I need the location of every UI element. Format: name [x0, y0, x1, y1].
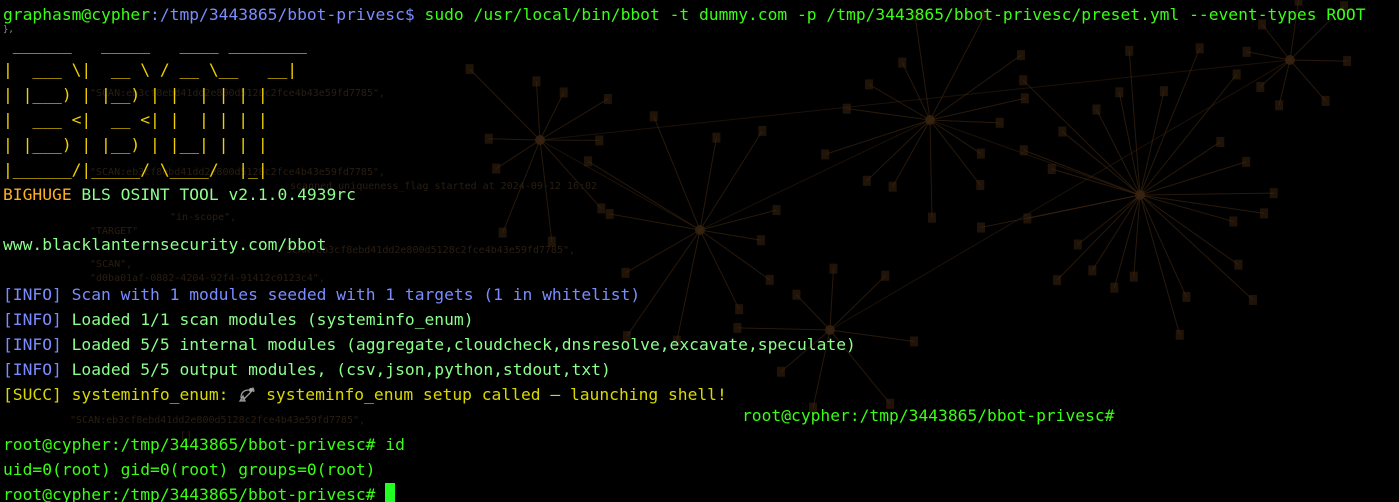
wrapped-root-prompt: root@cypher:/tmp/3443865/bbot-privesc#	[742, 406, 1115, 425]
succ-module: systeminfo_enum:	[61, 385, 239, 404]
log-text: Loaded 5/5 internal modules (aggregate,c…	[61, 335, 856, 354]
command-output: uid=0(root) gid=0(root) groups=0(root)	[3, 460, 376, 479]
prompt-path: :/tmp/3443865/bbot-privesc$	[150, 5, 415, 24]
log-text: Loaded 5/5 output modules, (csv,json,pyt…	[61, 360, 611, 379]
bbot-ascii-banner: ______ _____ ____ ________ | ___ \| __ \…	[3, 32, 1366, 182]
log-tag: [INFO]	[3, 285, 62, 304]
tagline-rest: BLS OSINT TOOL v2.1.0.4939rc	[71, 185, 356, 204]
banner-row: | |___) | |__) | |__| | | |	[3, 135, 268, 154]
log-tag: [INFO]	[3, 360, 62, 379]
prompt-user-host: graphasm@cypher	[3, 5, 151, 24]
command-line: graphasm@cypher:/tmp/3443865/bbot-prives…	[3, 2, 1366, 27]
banner-row: | |___) | |__) | | | | | |	[3, 85, 268, 104]
terminal-window[interactable]: "SCAN:eb3cf8ebd41dd2e800d5128c2fce4b43e5…	[0, 0, 1399, 502]
log-tag: [INFO]	[3, 335, 62, 354]
root-prompt: root@cypher:/tmp/3443865/bbot-privesc#	[3, 435, 376, 454]
tagline-bighuge: BIGHUGE	[3, 185, 72, 204]
banner-tagline: BIGHUGE BLS OSINT TOOL v2.1.0.4939rc	[3, 182, 1366, 207]
log-line-info: [INFO] Scan with 1 modules seeded with 1…	[3, 282, 1366, 307]
typed-command	[375, 485, 385, 502]
residue-line: },	[3, 25, 14, 35]
log-tag: [SUCC]	[3, 385, 62, 404]
root-prompt: root@cypher:/tmp/3443865/bbot-privesc#	[3, 485, 376, 502]
succ-text: systeminfo_enum setup called — launching…	[256, 385, 727, 404]
banner-row: ______ _____ ____ ________	[3, 35, 307, 54]
log-line-info: [INFO] Loaded 5/5 internal modules (aggr…	[3, 332, 1366, 357]
satellite-antenna-icon	[238, 385, 256, 403]
active-prompt-line[interactable]: root@cypher:/tmp/3443865/bbot-privesc#	[3, 482, 1366, 502]
typed-command: id	[375, 435, 405, 454]
terminal-output: graphasm@cypher:/tmp/3443865/bbot-prives…	[3, 2, 1366, 502]
banner-url: www.blacklanternsecurity.com/bbot	[3, 235, 327, 254]
log-tag: [INFO]	[3, 310, 62, 329]
banner-row: | ___ <| __ <| | | | | |	[3, 110, 268, 129]
log-line-info: [INFO] Loaded 5/5 output modules, (csv,j…	[3, 357, 1366, 382]
root-prompt-line: root@cypher:/tmp/3443865/bbot-privesc# i…	[3, 432, 1366, 457]
text-cursor[interactable]	[385, 483, 396, 502]
log-text: Scan with 1 modules seeded with 1 target…	[61, 285, 641, 304]
banner-row: |______/|_____/ \____/ |_|	[3, 160, 268, 179]
command-text: sudo /usr/local/bin/bbot -t dummy.com -p…	[414, 5, 1366, 24]
log-line-info: [INFO] Loaded 1/1 scan modules (systemin…	[3, 307, 1366, 332]
log-line-succ: [SUCC] systeminfo_enum: systeminfo_enum …	[3, 382, 1366, 407]
log-text: Loaded 1/1 scan modules (systeminfo_enum…	[61, 310, 474, 329]
banner-row: | ___ \| __ \ / __ \__ __|	[3, 60, 298, 79]
